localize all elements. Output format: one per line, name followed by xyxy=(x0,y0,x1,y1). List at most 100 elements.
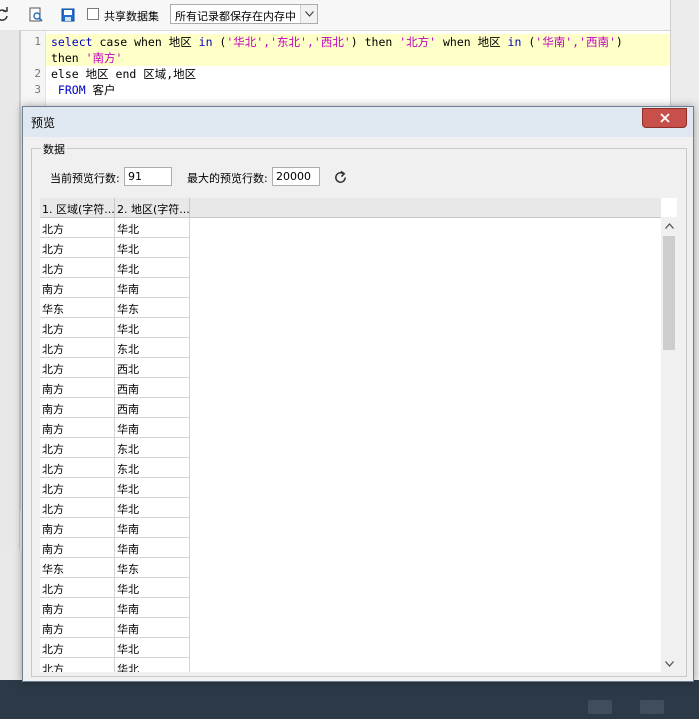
cell-area[interactable]: 华东 xyxy=(115,298,190,318)
cell-area[interactable]: 华北 xyxy=(115,238,190,258)
cell-area[interactable]: 华北 xyxy=(115,478,190,498)
table-row[interactable]: 北方 华北 xyxy=(40,258,190,278)
table-row[interactable]: 南方 西南 xyxy=(40,398,190,418)
scrollbar-thumb[interactable] xyxy=(663,236,675,350)
column-header-region[interactable]: 1. 区域(字符... xyxy=(40,198,115,217)
column-header-area[interactable]: 2. 地区(字符... xyxy=(115,198,190,217)
table-row[interactable]: 南方 西南 xyxy=(40,378,190,398)
current-rows-field[interactable]: 91 xyxy=(124,167,172,186)
cell-area[interactable]: 华北 xyxy=(115,318,190,338)
storage-mode-select[interactable]: 所有记录都保存在内存中 xyxy=(170,4,318,24)
cell-area[interactable]: 华南 xyxy=(115,598,190,618)
table-row[interactable]: 北方 东北 xyxy=(40,338,190,358)
cell-area[interactable]: 东北 xyxy=(115,458,190,478)
cell-area[interactable]: 华北 xyxy=(115,498,190,518)
table-row[interactable]: 北方 东北 xyxy=(40,458,190,478)
cell-region[interactable]: 北方 xyxy=(40,358,115,378)
cell-area[interactable]: 东北 xyxy=(115,438,190,458)
cell-region[interactable]: 南方 xyxy=(40,598,115,618)
refresh-button[interactable] xyxy=(330,167,350,187)
preview-data-grid[interactable]: 1. 区域(字符... 2. 地区(字符... 北方 华北 北方 华北 北方 华北 南方 华南… xyxy=(40,198,677,672)
table-row[interactable]: 北方 华北 xyxy=(40,478,190,498)
taskbar-button-ghost xyxy=(640,700,664,714)
cell-area[interactable]: 华南 xyxy=(115,618,190,638)
preview-icon[interactable] xyxy=(26,5,46,25)
table-row[interactable]: 北方 西北 xyxy=(40,358,190,378)
cell-region[interactable]: 南方 xyxy=(40,538,115,558)
cell-region[interactable]: 北方 xyxy=(40,338,115,358)
cell-region[interactable]: 北方 xyxy=(40,478,115,498)
table-row[interactable]: 北方 华北 xyxy=(40,658,190,672)
cell-area[interactable]: 华东 xyxy=(115,558,190,578)
share-dataset-checkbox[interactable] xyxy=(87,8,99,20)
cell-area[interactable]: 西南 xyxy=(115,398,190,418)
cell-region[interactable]: 南方 xyxy=(40,518,115,538)
cell-region[interactable]: 北方 xyxy=(40,638,115,658)
cell-area[interactable]: 华南 xyxy=(115,278,190,298)
code-text: case when 地区 xyxy=(92,35,199,49)
cell-region[interactable]: 北方 xyxy=(40,258,115,278)
preview-dialog: 预览 数据 当前预览行数: 91 最大的预览行数: 20000 1. 区域(字符… xyxy=(22,106,694,682)
table-row[interactable]: 北方 东北 xyxy=(40,438,190,458)
table-row[interactable]: 华东 华东 xyxy=(40,298,190,318)
cell-area[interactable]: 华北 xyxy=(115,638,190,658)
cell-area[interactable]: 东北 xyxy=(115,338,190,358)
table-row[interactable]: 南方 华南 xyxy=(40,618,190,638)
cell-region[interactable]: 北方 xyxy=(40,318,115,338)
grid-header: 1. 区域(字符... 2. 地区(字符... xyxy=(40,198,661,218)
table-row[interactable]: 北方 华北 xyxy=(40,578,190,598)
cell-region[interactable]: 北方 xyxy=(40,658,115,672)
cell-area[interactable]: 华北 xyxy=(115,258,190,278)
scroll-down-icon[interactable] xyxy=(661,655,677,672)
table-row[interactable]: 南方 华南 xyxy=(40,518,190,538)
editor-toolbar: 共享数据集 所有记录都保存在内存中 xyxy=(0,0,670,31)
max-rows-field[interactable]: 20000 xyxy=(272,167,320,186)
table-row[interactable]: 北方 华北 xyxy=(40,638,190,658)
code-line-2: else 地区 end 区域,地区 xyxy=(51,67,197,81)
save-dataset-icon[interactable] xyxy=(58,5,78,25)
cell-region[interactable]: 南方 xyxy=(40,618,115,638)
max-rows-label: 最大的预览行数: xyxy=(187,172,268,185)
refresh-icon[interactable] xyxy=(0,5,12,25)
cell-area[interactable]: 华北 xyxy=(115,658,190,672)
cell-area[interactable]: 华北 xyxy=(115,578,190,598)
cell-region[interactable]: 南方 xyxy=(40,378,115,398)
cell-region[interactable]: 南方 xyxy=(40,278,115,298)
cell-region[interactable]: 华东 xyxy=(40,298,115,318)
chevron-down-icon[interactable] xyxy=(300,5,317,23)
line-number: 1 xyxy=(34,35,41,48)
table-row[interactable]: 南方 华南 xyxy=(40,278,190,298)
cell-region[interactable]: 北方 xyxy=(40,578,115,598)
scroll-up-icon[interactable] xyxy=(661,217,677,234)
table-row[interactable]: 华东 华东 xyxy=(40,558,190,578)
cell-area[interactable]: 华北 xyxy=(115,218,190,238)
cell-region[interactable]: 北方 xyxy=(40,218,115,238)
cell-region[interactable]: 华东 xyxy=(40,558,115,578)
cell-area[interactable]: 华南 xyxy=(115,538,190,558)
refresh-icon xyxy=(334,170,346,183)
table-row[interactable]: 北方 华北 xyxy=(40,218,190,238)
table-row[interactable]: 北方 华北 xyxy=(40,318,190,338)
cell-region[interactable]: 南方 xyxy=(40,418,115,438)
current-rows-label: 当前预览行数: xyxy=(50,172,120,185)
data-group-label: 数据 xyxy=(41,141,67,157)
code-text: ( xyxy=(212,35,227,49)
cell-area[interactable]: 华南 xyxy=(115,518,190,538)
cell-region[interactable]: 北方 xyxy=(40,458,115,478)
table-row[interactable]: 南方 华南 xyxy=(40,418,190,438)
cell-region[interactable]: 北方 xyxy=(40,238,115,258)
cell-area[interactable]: 西北 xyxy=(115,358,190,378)
cell-region[interactable]: 南方 xyxy=(40,398,115,418)
cell-area[interactable]: 西南 xyxy=(115,378,190,398)
table-row[interactable]: 南方 华南 xyxy=(40,538,190,558)
cell-region[interactable]: 北方 xyxy=(40,438,115,458)
table-row[interactable]: 北方 华北 xyxy=(40,498,190,518)
table-row[interactable]: 南方 华南 xyxy=(40,598,190,618)
cell-area[interactable]: 华南 xyxy=(115,418,190,438)
vertical-scrollbar[interactable] xyxy=(661,217,677,672)
code-text: 客户 xyxy=(85,83,116,97)
close-button[interactable] xyxy=(642,108,687,128)
cell-region[interactable]: 北方 xyxy=(40,498,115,518)
table-row[interactable]: 北方 华北 xyxy=(40,238,190,258)
dialog-titlebar[interactable]: 预览 xyxy=(23,107,693,137)
